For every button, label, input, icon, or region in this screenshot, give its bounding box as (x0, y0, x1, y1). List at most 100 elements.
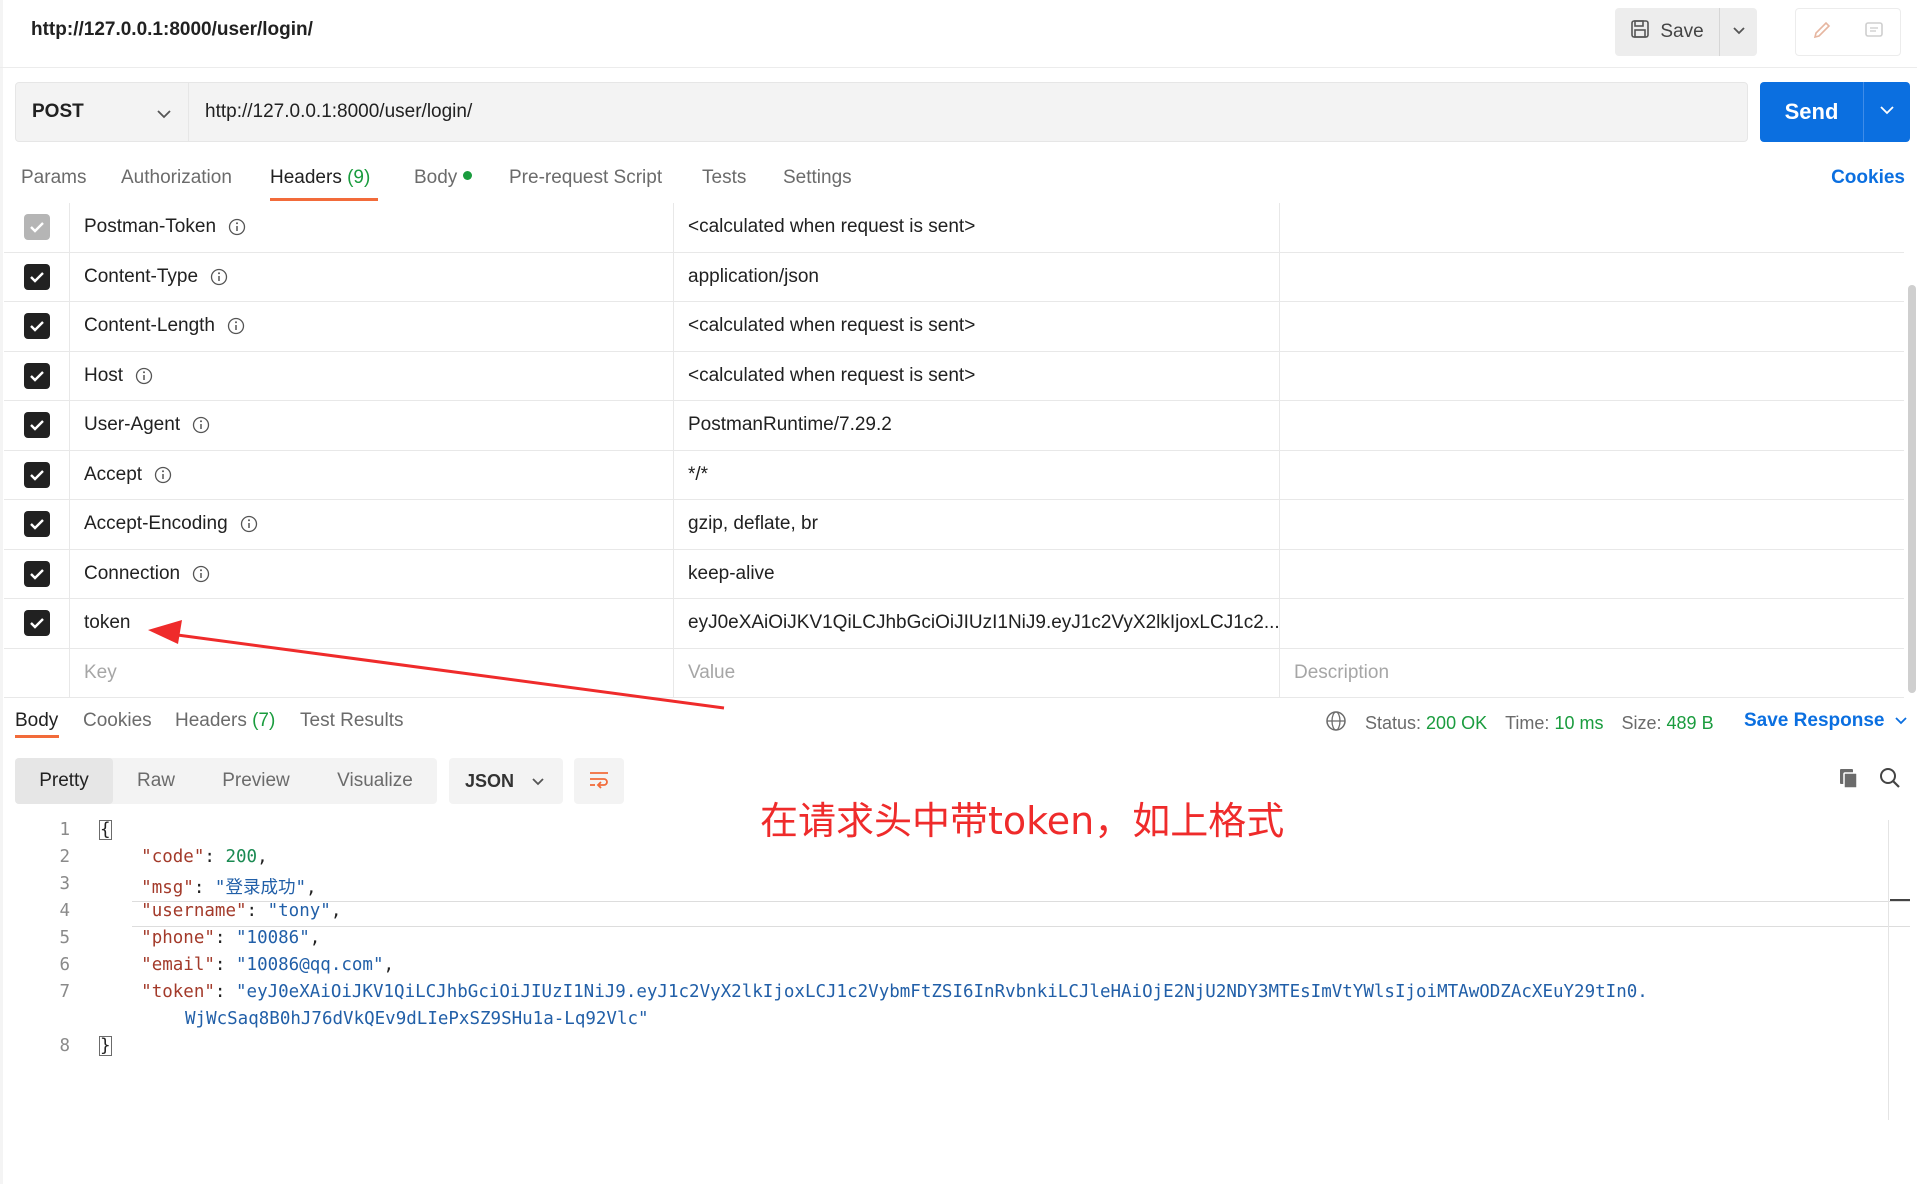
tab-authorization[interactable]: Authorization (121, 167, 232, 189)
body-indicator-dot (463, 171, 473, 180)
send-options-button[interactable] (1863, 82, 1910, 142)
code-line: "username": "tony", (141, 901, 342, 921)
header-description-cell[interactable] (1280, 550, 1904, 599)
resp-tab-headers[interactable]: Headers (7) (175, 710, 275, 732)
header-key-cell[interactable]: Connection (70, 549, 674, 598)
header-description-cell[interactable] (1280, 599, 1904, 648)
header-value-cell[interactable]: gzip, deflate, br (674, 500, 1280, 549)
code-line: { (99, 820, 112, 840)
header-value-cell[interactable]: keep-alive (674, 549, 1280, 598)
copy-icon[interactable] (1836, 766, 1860, 795)
format-select[interactable]: JSON (449, 758, 563, 804)
header-key: Accept (84, 463, 143, 485)
header-key-cell[interactable]: Postman-Token (70, 203, 674, 252)
info-icon[interactable] (192, 565, 210, 583)
value-placeholder: Value (688, 661, 736, 683)
tab-settings[interactable]: Settings (783, 167, 852, 189)
header-value-cell[interactable]: eyJ0eXAiOiJKV1QiLCJhbGciOiJIUzI1NiJ9.eyJ… (674, 599, 1280, 648)
code-line-wrap: WjWcSaq8B0hJ76dVkQEv9dLIePxSZ9SHu1a-Lq92… (185, 1009, 649, 1029)
header-key-cell[interactable]: token (70, 599, 674, 648)
header-description-cell[interactable] (1280, 352, 1904, 401)
save-button[interactable]: Save (1615, 8, 1719, 56)
save-options-button[interactable] (1719, 8, 1757, 56)
scrollbar[interactable] (1908, 285, 1916, 693)
header-checkbox[interactable] (23, 313, 50, 340)
wrap-lines-icon (587, 768, 611, 795)
header-checkbox[interactable] (23, 412, 50, 439)
header-key-cell[interactable]: User-Agent (70, 401, 674, 450)
header-value-cell[interactable]: */* (674, 450, 1280, 499)
header-row: Postman-Token <calculated when request is… (4, 203, 1904, 253)
pencil-icon[interactable] (1811, 19, 1833, 46)
header-checkbox[interactable] (23, 214, 50, 241)
info-icon[interactable] (228, 218, 246, 236)
comment-icon[interactable] (1863, 19, 1885, 46)
header-value-cell[interactable]: application/json (674, 252, 1280, 301)
send-button[interactable]: Send (1760, 82, 1863, 142)
view-mode-switch: Pretty Raw Preview Visualize (15, 758, 437, 804)
view-preview[interactable]: Preview (199, 758, 313, 804)
cookies-link[interactable]: Cookies (1831, 167, 1905, 189)
header-checkbox[interactable] (23, 560, 50, 587)
header-description-cell[interactable] (1280, 401, 1904, 450)
header-key-cell[interactable]: Content-Length (70, 302, 674, 351)
header-checkbox[interactable] (23, 263, 50, 290)
search-icon[interactable] (1878, 766, 1902, 795)
header-enable-cell (4, 351, 70, 400)
resp-tab-body[interactable]: Body (15, 710, 58, 732)
header-description-cell[interactable] (1280, 500, 1904, 549)
header-enable-cell (4, 450, 70, 499)
code-line: } (99, 1036, 112, 1056)
tab-params[interactable]: Params (21, 167, 86, 189)
header-key-cell[interactable]: Accept (70, 450, 674, 499)
resp-tab-cookies[interactable]: Cookies (83, 710, 152, 732)
header-description-cell[interactable] (1280, 451, 1904, 500)
header-key-cell[interactable]: Host (70, 351, 674, 400)
info-icon[interactable] (192, 416, 210, 434)
header-checkbox[interactable] (23, 511, 50, 538)
method-select[interactable]: POST (15, 82, 189, 142)
header-key: Postman-Token (84, 216, 217, 238)
header-checkbox[interactable] (23, 610, 50, 637)
line-number: 5 (59, 928, 70, 948)
header-value-cell[interactable]: <calculated when request is sent> (674, 203, 1280, 252)
info-icon[interactable] (135, 367, 153, 385)
header-value-cell[interactable]: <calculated when request is sent> (674, 351, 1280, 400)
header-description-cell[interactable] (1280, 203, 1904, 252)
globe-icon[interactable] (1325, 710, 1347, 737)
view-visualize[interactable]: Visualize (313, 758, 437, 804)
tab-headers-label: Headers (270, 167, 342, 188)
resp-tab-headers-label: Headers (175, 710, 247, 731)
header-description-cell[interactable] (1280, 302, 1904, 351)
resp-tab-test-results[interactable]: Test Results (300, 710, 403, 732)
url-input[interactable]: http://127.0.0.1:8000/user/login/ (188, 82, 1748, 142)
view-raw[interactable]: Raw (113, 758, 199, 804)
info-icon[interactable] (227, 317, 245, 335)
wrap-lines-button[interactable] (574, 758, 624, 804)
header-value-cell[interactable]: PostmanRuntime/7.29.2 (674, 401, 1280, 450)
response-status: Status: 200 OK Time: 10 ms Size: 489 B (1325, 710, 1714, 737)
new-header-description-input[interactable]: Description (1280, 649, 1904, 698)
header-checkbox[interactable] (23, 461, 50, 488)
new-header-key-input[interactable]: Key (70, 648, 674, 697)
header-checkbox[interactable] (23, 362, 50, 389)
tab-headers[interactable]: Headers (9) (270, 167, 370, 189)
save-response-button[interactable]: Save Response (1744, 710, 1908, 732)
json-key: "msg" (141, 878, 194, 898)
header-key: Connection (84, 562, 181, 584)
tab-headers-count: (9) (347, 167, 371, 188)
header-description-cell[interactable] (1280, 253, 1904, 302)
header-enable-cell (4, 500, 70, 549)
header-value-cell[interactable]: <calculated when request is sent> (674, 302, 1280, 351)
new-header-value-input[interactable]: Value (674, 648, 1280, 697)
code-ruler (1888, 820, 1890, 1120)
info-icon[interactable] (240, 515, 258, 533)
header-key-cell[interactable]: Accept-Encoding (70, 500, 674, 549)
tab-body[interactable]: Body (414, 167, 473, 189)
info-icon[interactable] (154, 466, 172, 484)
view-pretty[interactable]: Pretty (15, 758, 113, 804)
tab-tests[interactable]: Tests (702, 167, 746, 189)
tab-pre-request-script[interactable]: Pre-request Script (509, 167, 662, 189)
info-icon[interactable] (210, 268, 228, 286)
header-key-cell[interactable]: Content-Type (70, 252, 674, 301)
